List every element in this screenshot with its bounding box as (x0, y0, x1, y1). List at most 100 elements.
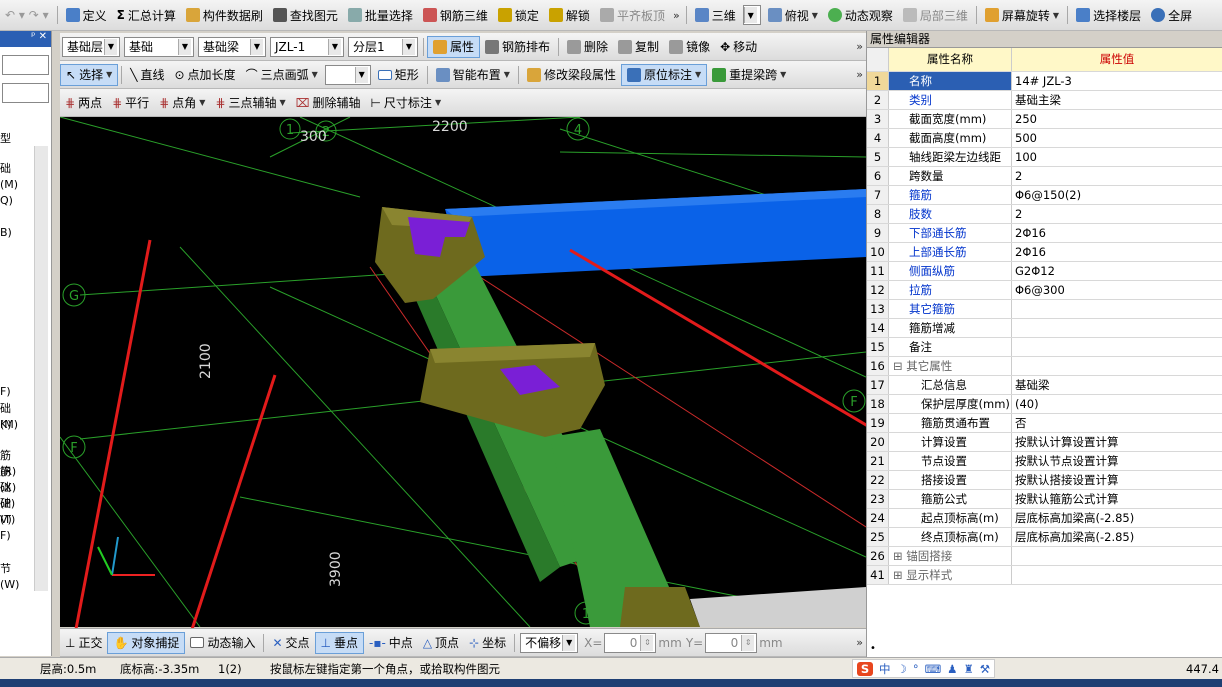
property-row[interactable]: 3 截面宽度(mm) 250 (867, 110, 1222, 129)
property-value[interactable] (1012, 300, 1222, 318)
batch-select-button[interactable]: 批量选择 (343, 4, 418, 26)
tree-scrollbar[interactable] (34, 146, 48, 591)
ortho-toggle[interactable]: ⊥ 正交 (60, 632, 107, 654)
property-value[interactable]: G2Φ12 (1012, 262, 1222, 280)
property-value[interactable] (1012, 319, 1222, 337)
x-input[interactable]: 0 ⇕ (604, 632, 657, 653)
type-select[interactable]: 基础梁 ▼ (198, 36, 266, 57)
undo-redo[interactable]: ↶ ▾ ↷ ▾ (0, 4, 54, 26)
view-3d-button[interactable]: 三维 (690, 4, 741, 26)
property-value[interactable]: 否 (1012, 414, 1222, 432)
expand-icon[interactable]: ⊞ (893, 549, 906, 563)
property-value[interactable]: 14# JZL-3 (1012, 72, 1222, 90)
property-row[interactable]: 16 ⊟ 其它属性 (867, 357, 1222, 376)
format-brush-button[interactable]: 构件数据刷 (181, 4, 268, 26)
offset-select[interactable]: 不偏移 ▼ (520, 632, 579, 653)
property-row[interactable]: 15 备注 (867, 338, 1222, 357)
dimension-tool[interactable]: ⊢ 尺寸标注 ▼ (365, 92, 446, 114)
copy-button[interactable]: 复制 (613, 36, 664, 58)
tree-item[interactable]: 型 (0, 131, 11, 147)
vertex-snap[interactable]: △ 顶点 (418, 632, 464, 654)
rebar-layout-button[interactable]: 钢筋排布 (480, 36, 555, 58)
property-row[interactable]: 1 名称 14# JZL-3 (867, 72, 1222, 91)
top-view-button[interactable]: 俯视 ▼ (763, 4, 823, 26)
overflow-chevron-icon[interactable]: » (670, 9, 683, 22)
property-row[interactable]: 19 箍筋贯通布置否 (867, 414, 1222, 433)
property-value[interactable] (1012, 357, 1222, 375)
smart-layout-tool[interactable]: 智能布置 ▼ (431, 64, 515, 86)
fullscreen-button[interactable]: 全屏 (1146, 4, 1197, 26)
property-value[interactable]: 层底标高加梁高(-2.85) (1012, 509, 1222, 527)
property-value[interactable]: (40) (1012, 395, 1222, 413)
select-floor-button[interactable]: 选择楼层 (1071, 4, 1146, 26)
property-row[interactable]: 12 拉筋 Φ6@300 (867, 281, 1222, 300)
property-row[interactable]: 8 肢数 2 (867, 205, 1222, 224)
property-value[interactable]: 基础梁 (1012, 376, 1222, 394)
delete-button[interactable]: 删除 (562, 36, 613, 58)
define-button[interactable]: 定义 (61, 4, 112, 26)
viewport-canvas[interactable]: 1 2 4 G F F 1 300 2200 2100 3900 (60, 117, 866, 627)
select-tool[interactable]: ↖ 选择 ▼ (60, 63, 119, 86)
re-extract-span-tool[interactable]: 重提梁跨 ▼ (707, 64, 791, 86)
delete-axis-tool[interactable]: ⌧ 删除辅轴 (291, 92, 366, 114)
coordinate-snap[interactable]: ⊹ 坐标 (464, 632, 511, 654)
in-situ-annotation-tool[interactable]: 原位标注 ▼ (620, 63, 708, 86)
expand-icon[interactable]: ⊞ (893, 568, 906, 582)
property-value[interactable] (1012, 547, 1222, 565)
property-value[interactable]: 按默认计算设置计算 (1012, 433, 1222, 451)
find-element-button[interactable]: 查找图元 (268, 4, 343, 26)
property-row[interactable]: 14 箍筋增减 (867, 319, 1222, 338)
tree-item[interactable]: Q) (0, 193, 13, 209)
three-point-axis-tool[interactable]: ⋕ 三点辅轴 ▼ (210, 92, 290, 114)
property-value[interactable]: 2Φ16 (1012, 224, 1222, 242)
property-row[interactable]: 20 计算设置 按默认计算设置计算 (867, 433, 1222, 452)
intersection-snap[interactable]: ✕ 交点 (267, 632, 314, 654)
property-row[interactable]: 10 上部通长筋 2Φ16 (867, 243, 1222, 262)
modify-beam-segment-tool[interactable]: 修改梁段属性 (522, 64, 621, 86)
arc-option-select[interactable]: ▼ (324, 64, 371, 85)
category-select[interactable]: 基础 ▼ (124, 36, 194, 57)
tree-item[interactable]: F) (0, 384, 11, 400)
property-row[interactable]: 18 保护层厚度(mm) (40) (867, 395, 1222, 414)
beam-cap[interactable] (620, 587, 700, 627)
property-row[interactable]: 24 起点顶标高(m) 层底标高加梁高(-2.85) (867, 509, 1222, 528)
property-value[interactable]: 500 (1012, 129, 1222, 147)
perpendicular-snap[interactable]: ⊥ 垂点 (314, 631, 364, 654)
view-3d-dropdown[interactable]: ▼ (742, 5, 761, 25)
collapse-icon[interactable]: ⊟ (893, 359, 906, 373)
property-value[interactable] (1012, 338, 1222, 356)
property-row[interactable]: 5 轴线距梁左边线距 100 (867, 148, 1222, 167)
local-3d-button[interactable]: 局部三维 (898, 4, 973, 26)
property-value[interactable]: 基础主梁 (1012, 91, 1222, 109)
property-row[interactable]: 17 汇总信息 基础梁 (867, 376, 1222, 395)
property-row[interactable]: 21 节点设置 按默认节点设置计算 (867, 452, 1222, 471)
property-value[interactable]: 按默认箍筋公式计算 (1012, 490, 1222, 508)
property-row[interactable]: 7 箍筋 Φ6@150(2) (867, 186, 1222, 205)
property-button[interactable]: 属性 (427, 35, 481, 58)
layer-select[interactable]: 基础层 ▼ (62, 36, 120, 57)
tree-item[interactable]: B) (0, 225, 12, 241)
mirror-button[interactable]: 镜像 (664, 36, 715, 58)
property-row[interactable]: 2 类别 基础主梁 (867, 91, 1222, 110)
property-row[interactable]: 23 箍筋公式 按默认箍筋公式计算 (867, 490, 1222, 509)
property-row[interactable]: 22 搭接设置 按默认搭接设置计算 (867, 471, 1222, 490)
ime-toolbar[interactable]: S 中 ☽ ° ⌨ ♟ ♜ ⚒ (852, 659, 996, 678)
rebar-3d-button[interactable]: 钢筋三维 (418, 4, 493, 26)
property-value[interactable]: 层底标高加梁高(-2.85) (1012, 528, 1222, 546)
y-input[interactable]: 0 ⇕ (705, 632, 758, 653)
property-row[interactable]: 4 截面高度(mm) 500 (867, 129, 1222, 148)
tree-item[interactable]: V) (0, 512, 12, 528)
property-value[interactable]: 按默认搭接设置计算 (1012, 471, 1222, 489)
drawing-viewport[interactable]: 1 2 4 G F F 1 300 2200 2100 3900 (60, 117, 866, 627)
tree-item[interactable]: 节(W) (0, 561, 19, 593)
property-value[interactable]: Φ6@300 (1012, 281, 1222, 299)
two-point-axis-tool[interactable]: ⋕ 两点 (60, 92, 107, 114)
overflow-chevron-icon[interactable]: » (853, 68, 866, 81)
three-point-arc-tool[interactable]: ⌒ 三点画弧 ▼ (241, 64, 323, 86)
property-row[interactable]: 13 其它箍筋 (867, 300, 1222, 319)
move-button[interactable]: ✥ 移动 (715, 36, 762, 58)
property-row[interactable]: 26 ⊞ 锚固搭接 (867, 547, 1222, 566)
property-value[interactable]: 2Φ16 (1012, 243, 1222, 261)
property-row[interactable]: 6 跨数量 2 (867, 167, 1222, 186)
point-angle-tool[interactable]: ⋕ 点角 ▼ (154, 92, 210, 114)
